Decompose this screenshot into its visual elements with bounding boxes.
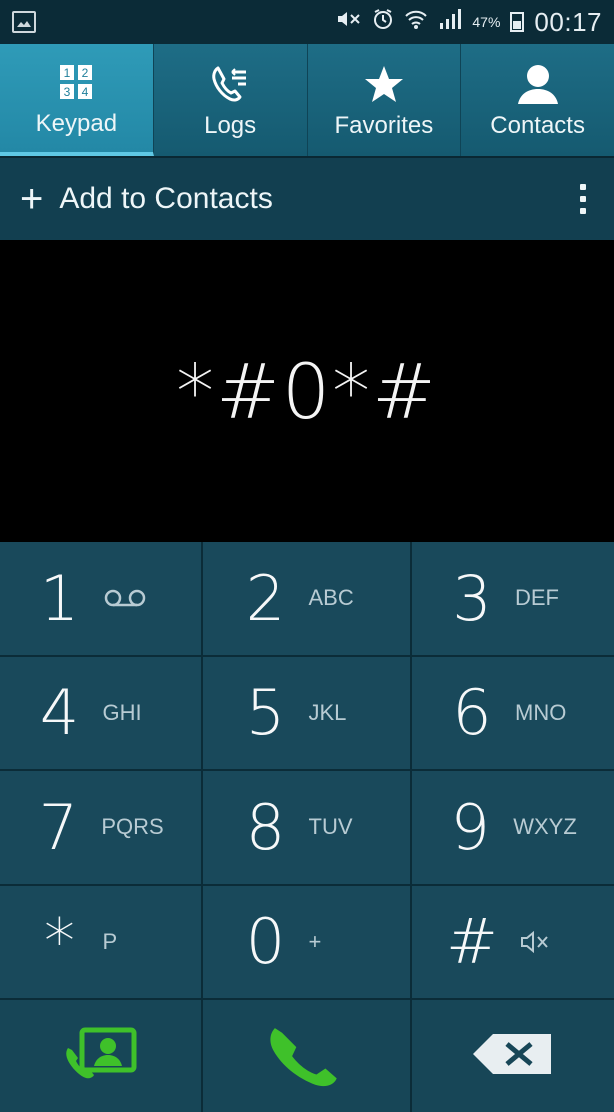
gallery-icon (12, 11, 36, 33)
video-call-button[interactable] (0, 1000, 203, 1112)
overflow-menu-icon[interactable] (574, 178, 592, 220)
key-4[interactable]: 4 GHI (0, 656, 203, 771)
action-bar: + Add to Contacts (0, 158, 614, 240)
wifi-icon (404, 8, 428, 37)
phone-icon (267, 1014, 347, 1099)
svg-text:4: 4 (82, 85, 89, 99)
tab-label: Logs (204, 112, 257, 139)
tab-keypad[interactable]: 1 2 3 4 Keypad (0, 44, 154, 156)
key-letters: GHI (102, 699, 142, 725)
signal-icon (438, 8, 462, 37)
key-digit: 9 (450, 790, 490, 864)
battery-icon (510, 12, 525, 32)
key-letters: JKL (308, 699, 347, 725)
keypad-icon: 1 2 3 4 (59, 58, 93, 106)
mute-icon (336, 8, 362, 36)
key-letters: + (308, 928, 322, 954)
tab-label: Contacts (490, 112, 585, 139)
key-letters: ABC (308, 585, 354, 611)
key-digit: 2 (245, 561, 286, 635)
plus-icon: + (20, 177, 44, 221)
voicemail-icon (103, 588, 163, 608)
key-letters: DEF (515, 585, 559, 611)
star-icon (364, 60, 404, 108)
key-6[interactable]: 6 MNO (412, 656, 614, 771)
key-9[interactable]: 9 WXYZ (412, 771, 614, 886)
number-display: *#0*# (0, 240, 614, 542)
key-letters: WXYZ (513, 814, 577, 840)
key-digit: 0 (245, 905, 286, 979)
tab-favorites[interactable]: Favorites (308, 44, 462, 156)
svg-text:3: 3 (64, 85, 71, 99)
tab-label: Keypad (35, 110, 118, 137)
key-2[interactable]: 2 ABC (203, 542, 412, 657)
key-digit: 8 (245, 790, 286, 864)
svg-text:1: 1 (64, 66, 71, 80)
tab-label: Favorites (334, 112, 434, 139)
backspace-icon (471, 1032, 555, 1081)
key-digit: 4 (39, 676, 80, 750)
dial-keypad: 1 2 ABC 3 DEF 4 GHI 5 JKL 6 MNO 7 PQRS 8… (0, 542, 614, 1000)
svg-text:2: 2 (82, 66, 89, 80)
key-letters: TUV (308, 814, 353, 840)
key-1[interactable]: 1 (0, 542, 203, 657)
phone-dialer-screen: 47% 00:17 1 2 3 4 Keypad Logs Favorites … (0, 0, 614, 1112)
mute-icon (520, 930, 580, 953)
dialer-actions (0, 1000, 614, 1112)
add-to-contacts-button[interactable]: + Add to Contacts (20, 179, 273, 219)
alarm-icon (372, 8, 394, 37)
key-0[interactable]: 0 + (203, 885, 412, 1000)
key-7[interactable]: 7 PQRS (0, 771, 203, 886)
key-digit: 1 (39, 561, 80, 635)
key-hash[interactable]: # (412, 885, 614, 1000)
call-button[interactable] (203, 1000, 412, 1112)
tab-logs[interactable]: Logs (154, 44, 308, 156)
contact-card-icon (60, 1024, 142, 1089)
status-bar: 47% 00:17 (0, 0, 614, 44)
dialed-number: *#0*# (176, 346, 438, 436)
key-star[interactable]: * P (0, 885, 203, 1000)
tab-contacts[interactable]: Contacts (461, 44, 614, 156)
key-digit: # (446, 905, 498, 979)
key-letters: PQRS (101, 814, 164, 840)
key-digit: 5 (245, 676, 286, 750)
logs-icon (210, 60, 250, 108)
tab-bar: 1 2 3 4 Keypad Logs Favorites Contacts (0, 44, 614, 158)
key-digit: * (44, 905, 75, 979)
clock: 00:17 (534, 6, 602, 37)
person-icon (516, 60, 560, 108)
battery-percent: 47% (472, 14, 501, 30)
key-digit: 7 (38, 790, 79, 864)
key-5[interactable]: 5 JKL (203, 656, 412, 771)
key-digit: 3 (452, 561, 492, 635)
key-digit: 6 (452, 676, 492, 750)
add-to-contacts-label: Add to Contacts (59, 182, 273, 215)
backspace-button[interactable] (412, 1000, 614, 1112)
key-8[interactable]: 8 TUV (203, 771, 412, 886)
key-letters: P (102, 928, 118, 954)
key-3[interactable]: 3 DEF (412, 542, 614, 657)
key-letters: MNO (515, 699, 567, 725)
